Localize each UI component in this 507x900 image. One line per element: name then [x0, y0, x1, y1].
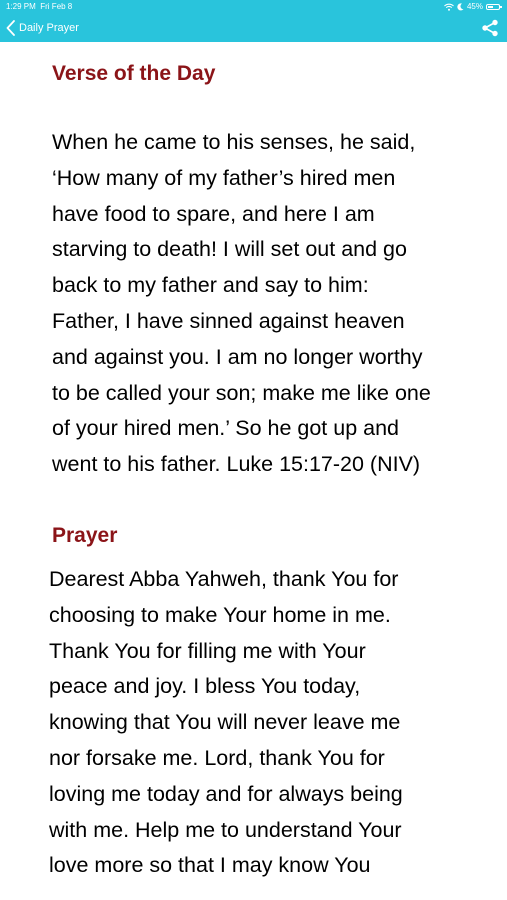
status-time: 1:29 PM Fri Feb 8 [6, 2, 72, 12]
back-button[interactable]: Daily Prayer [6, 18, 79, 38]
share-button[interactable] [481, 19, 499, 37]
share-icon [482, 19, 498, 37]
battery-level-fill [488, 6, 494, 8]
battery-icon [486, 4, 502, 10]
status-time-value: 1:29 PM [6, 2, 36, 11]
status-indicators: 45% [444, 2, 502, 12]
chevron-left-icon [6, 20, 15, 36]
verse-heading: Verse of the Day [52, 62, 216, 85]
status-date-value: Fri Feb 8 [40, 2, 73, 11]
prayer-text: Dearest Abba Yahweh, thank You for choos… [49, 567, 403, 878]
page-title: Daily Prayer [19, 22, 79, 34]
top-navigation-bar: 1:29 PM Fri Feb 8 45% Daily Prayer [0, 0, 507, 42]
prayer-heading: Prayer [52, 524, 118, 547]
verse-text: When he came to his senses, he said, ‘Ho… [52, 130, 431, 477]
battery-percentage: 45% [466, 2, 483, 11]
wifi-icon [444, 3, 454, 11]
moon-icon [457, 3, 464, 11]
